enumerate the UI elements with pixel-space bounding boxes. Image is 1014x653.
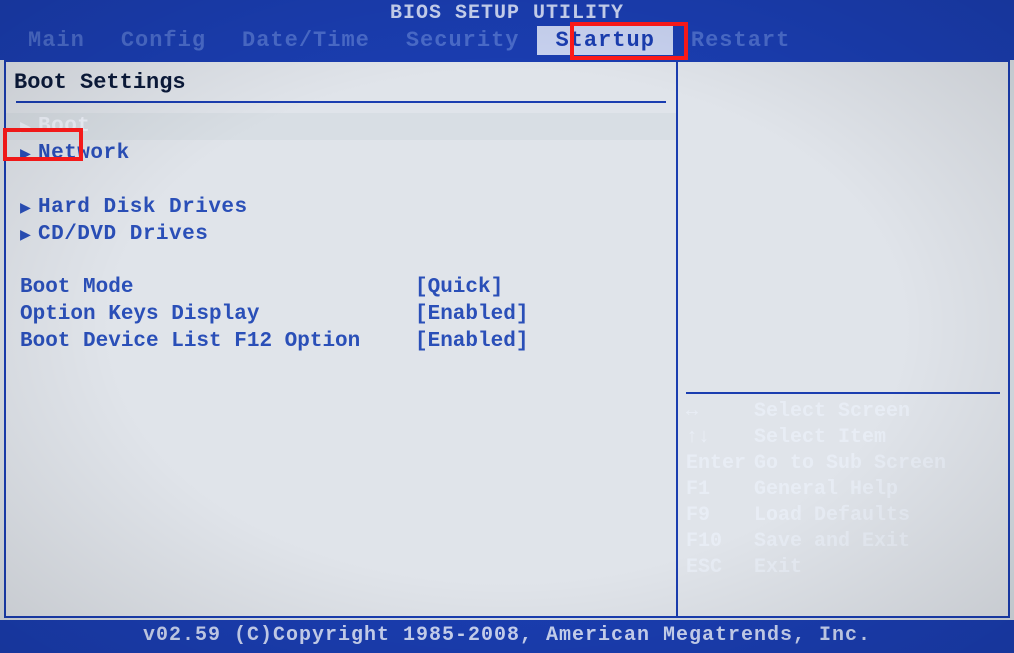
help-desc: Save and Exit <box>754 530 910 556</box>
triangle-icon: ▶ <box>20 224 38 246</box>
setting-label: Boot Mode <box>20 276 415 301</box>
setting-boot-mode[interactable]: Boot Mode [Quick] <box>6 275 676 302</box>
triangle-icon: ▶ <box>20 143 38 165</box>
help-select-item: ↑↓ Select Item <box>686 426 1000 452</box>
main-area: Boot Settings ▶ Boot ▶ Network ▶ Hard Di… <box>4 60 1010 618</box>
triangle-icon: ▶ <box>20 197 38 219</box>
help-key: ↑↓ <box>686 426 754 452</box>
setting-value: [Quick] <box>415 276 503 301</box>
tab-restart[interactable]: Restart <box>673 26 808 55</box>
submenu-boot[interactable]: ▶ Boot <box>6 113 676 140</box>
tab-config[interactable]: Config <box>103 26 224 55</box>
setting-option-keys-display[interactable]: Option Keys Display [Enabled] <box>6 302 676 329</box>
tab-security[interactable]: Security <box>388 26 538 55</box>
help-key: Enter <box>686 452 754 478</box>
submenu-label: Boot <box>38 115 90 138</box>
help-select-screen: ↔ Select Screen <box>686 400 1000 426</box>
help-key: ↔ <box>686 400 754 426</box>
help-block: ↔ Select Screen ↑↓ Select Item Enter Go … <box>686 392 1000 582</box>
help-esc: ESC Exit <box>686 556 1000 582</box>
help-desc: Select Item <box>754 426 886 452</box>
left-pane: Boot Settings ▶ Boot ▶ Network ▶ Hard Di… <box>6 62 678 616</box>
submenu-label: CD/DVD Drives <box>38 223 208 246</box>
help-key: ESC <box>686 556 754 582</box>
submenu-hard-disk-drives[interactable]: ▶ Hard Disk Drives <box>6 194 676 221</box>
title-bar: BIOS SETUP UTILITY <box>0 0 1014 26</box>
setting-label: Option Keys Display <box>20 303 415 328</box>
setting-label: Boot Device List F12 Option <box>20 330 415 355</box>
spacer <box>6 167 676 194</box>
help-desc: Select Screen <box>754 400 910 426</box>
submenu-label: Hard Disk Drives <box>38 196 248 219</box>
footer-bar: v02.59 (C)Copyright 1985-2008, American … <box>0 620 1014 653</box>
help-f9: F9 Load Defaults <box>686 504 1000 530</box>
help-f10: F10 Save and Exit <box>686 530 1000 556</box>
help-desc: General Help <box>754 478 898 504</box>
spacer <box>6 248 676 275</box>
tab-startup[interactable]: Startup <box>537 26 672 55</box>
section-heading: Boot Settings <box>6 70 676 101</box>
help-desc: Load Defaults <box>754 504 910 530</box>
setting-value: [Enabled] <box>415 330 528 355</box>
footer-text: v02.59 (C)Copyright 1985-2008, American … <box>143 624 871 647</box>
heading-rule <box>16 101 666 103</box>
submenu-cd-dvd-drives[interactable]: ▶ CD/DVD Drives <box>6 221 676 248</box>
help-key: F10 <box>686 530 754 556</box>
submenu-label: Network <box>38 142 130 165</box>
help-desc: Go to Sub Screen <box>754 452 946 478</box>
setting-boot-device-list-f12[interactable]: Boot Device List F12 Option [Enabled] <box>6 329 676 356</box>
bios-title: BIOS SETUP UTILITY <box>390 2 624 25</box>
help-key: F1 <box>686 478 754 504</box>
help-key: F9 <box>686 504 754 530</box>
tab-datetime[interactable]: Date/Time <box>224 26 388 55</box>
tab-main[interactable]: Main <box>10 26 103 55</box>
submenu-network[interactable]: ▶ Network <box>6 140 676 167</box>
help-f1: F1 General Help <box>686 478 1000 504</box>
triangle-icon: ▶ <box>20 116 38 138</box>
setting-value: [Enabled] <box>415 303 528 328</box>
right-pane: ↔ Select Screen ↑↓ Select Item Enter Go … <box>678 62 1008 616</box>
nav-tabs: Main Config Date/Time Security Startup R… <box>0 26 1014 60</box>
help-enter: Enter Go to Sub Screen <box>686 452 1000 478</box>
help-desc: Exit <box>754 556 802 582</box>
